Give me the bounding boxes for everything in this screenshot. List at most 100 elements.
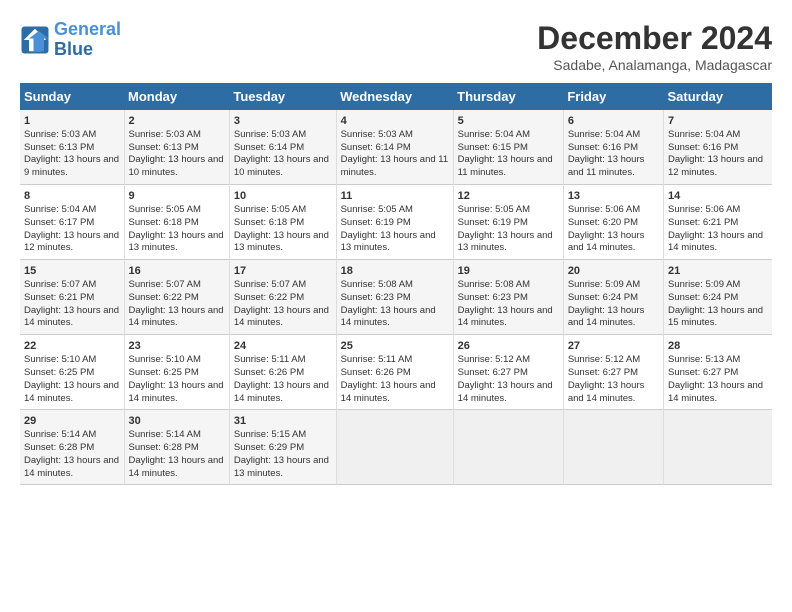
sunrise-info: Sunrise: 5:05 AM (341, 204, 413, 215)
day-number: 11 (341, 189, 449, 204)
table-cell: 28Sunrise: 5:13 AMSunset: 6:27 PMDayligh… (664, 335, 773, 410)
daylight-info: Daylight: 13 hours and 11 minutes. (458, 154, 553, 178)
table-cell: 24Sunrise: 5:11 AMSunset: 6:26 PMDayligh… (229, 335, 336, 410)
day-number: 18 (341, 264, 449, 279)
daylight-info: Daylight: 13 hours and 14 minutes. (234, 305, 329, 329)
sunset-info: Sunset: 6:22 PM (129, 292, 199, 303)
daylight-info: Daylight: 13 hours and 13 minutes. (234, 230, 329, 254)
table-cell: 21Sunrise: 5:09 AMSunset: 6:24 PMDayligh… (664, 260, 773, 335)
table-cell (336, 410, 453, 485)
logo-text: General Blue (54, 20, 121, 60)
sunrise-info: Sunrise: 5:08 AM (458, 279, 530, 290)
day-number: 20 (568, 264, 659, 279)
sunrise-info: Sunrise: 5:14 AM (24, 429, 96, 440)
week-row-5: 29Sunrise: 5:14 AMSunset: 6:28 PMDayligh… (20, 410, 772, 485)
sunset-info: Sunset: 6:26 PM (234, 367, 304, 378)
table-cell: 23Sunrise: 5:10 AMSunset: 6:25 PMDayligh… (124, 335, 229, 410)
daylight-info: Daylight: 13 hours and 14 minutes. (24, 305, 119, 329)
daylight-info: Daylight: 13 hours and 13 minutes. (458, 230, 553, 254)
sunset-info: Sunset: 6:16 PM (568, 142, 638, 153)
sunset-info: Sunset: 6:23 PM (458, 292, 528, 303)
daylight-info: Daylight: 13 hours and 10 minutes. (234, 154, 329, 178)
sunset-info: Sunset: 6:21 PM (668, 217, 738, 228)
sunrise-info: Sunrise: 5:12 AM (568, 354, 640, 365)
sunset-info: Sunset: 6:24 PM (668, 292, 738, 303)
table-cell: 16Sunrise: 5:07 AMSunset: 6:22 PMDayligh… (124, 260, 229, 335)
table-cell (664, 410, 773, 485)
page: General Blue December 2024 Sadabe, Anala… (0, 0, 792, 495)
sunset-info: Sunset: 6:15 PM (458, 142, 528, 153)
daylight-info: Daylight: 13 hours and 11 minutes. (568, 154, 645, 178)
day-number: 3 (234, 114, 332, 129)
table-cell: 25Sunrise: 5:11 AMSunset: 6:26 PMDayligh… (336, 335, 453, 410)
day-number: 12 (458, 189, 559, 204)
sunset-info: Sunset: 6:18 PM (129, 217, 199, 228)
day-number: 26 (458, 339, 559, 354)
day-number: 31 (234, 414, 332, 429)
table-cell: 7Sunrise: 5:04 AMSunset: 6:16 PMDaylight… (664, 110, 773, 185)
col-friday: Friday (563, 83, 663, 110)
daylight-info: Daylight: 13 hours and 14 minutes. (458, 380, 553, 404)
table-cell: 4Sunrise: 5:03 AMSunset: 6:14 PMDaylight… (336, 110, 453, 185)
table-cell: 19Sunrise: 5:08 AMSunset: 6:23 PMDayligh… (453, 260, 563, 335)
table-cell: 18Sunrise: 5:08 AMSunset: 6:23 PMDayligh… (336, 260, 453, 335)
table-cell: 31Sunrise: 5:15 AMSunset: 6:29 PMDayligh… (229, 410, 336, 485)
sunrise-info: Sunrise: 5:04 AM (24, 204, 96, 215)
daylight-info: Daylight: 13 hours and 15 minutes. (668, 305, 763, 329)
day-number: 7 (668, 114, 768, 129)
daylight-info: Daylight: 13 hours and 14 minutes. (668, 230, 763, 254)
table-cell: 10Sunrise: 5:05 AMSunset: 6:18 PMDayligh… (229, 185, 336, 260)
sunrise-info: Sunrise: 5:11 AM (234, 354, 306, 365)
day-number: 1 (24, 114, 120, 129)
week-row-2: 8Sunrise: 5:04 AMSunset: 6:17 PMDaylight… (20, 185, 772, 260)
sunrise-info: Sunrise: 5:09 AM (668, 279, 740, 290)
sunrise-info: Sunrise: 5:03 AM (24, 129, 96, 140)
sunset-info: Sunset: 6:18 PM (234, 217, 304, 228)
sunset-info: Sunset: 6:29 PM (234, 442, 304, 453)
sunrise-info: Sunrise: 5:05 AM (458, 204, 530, 215)
table-cell: 29Sunrise: 5:14 AMSunset: 6:28 PMDayligh… (20, 410, 124, 485)
day-number: 10 (234, 189, 332, 204)
header-row: Sunday Monday Tuesday Wednesday Thursday… (20, 83, 772, 110)
table-cell: 1Sunrise: 5:03 AMSunset: 6:13 PMDaylight… (20, 110, 124, 185)
sunrise-info: Sunrise: 5:15 AM (234, 429, 306, 440)
sunrise-info: Sunrise: 5:04 AM (568, 129, 640, 140)
daylight-info: Daylight: 13 hours and 11 minutes. (341, 154, 449, 178)
daylight-info: Daylight: 13 hours and 14 minutes. (234, 380, 329, 404)
day-number: 6 (568, 114, 659, 129)
sunset-info: Sunset: 6:25 PM (24, 367, 94, 378)
sunrise-info: Sunrise: 5:11 AM (341, 354, 413, 365)
col-monday: Monday (124, 83, 229, 110)
sunrise-info: Sunrise: 5:07 AM (234, 279, 306, 290)
daylight-info: Daylight: 13 hours and 10 minutes. (129, 154, 224, 178)
sunset-info: Sunset: 6:19 PM (341, 217, 411, 228)
sunset-info: Sunset: 6:25 PM (129, 367, 199, 378)
daylight-info: Daylight: 13 hours and 13 minutes. (341, 230, 436, 254)
header: General Blue December 2024 Sadabe, Anala… (20, 20, 772, 73)
sunset-info: Sunset: 6:22 PM (234, 292, 304, 303)
table-cell: 26Sunrise: 5:12 AMSunset: 6:27 PMDayligh… (453, 335, 563, 410)
sunset-info: Sunset: 6:19 PM (458, 217, 528, 228)
table-cell (453, 410, 563, 485)
day-number: 5 (458, 114, 559, 129)
table-cell: 20Sunrise: 5:09 AMSunset: 6:24 PMDayligh… (563, 260, 663, 335)
daylight-info: Daylight: 13 hours and 14 minutes. (341, 305, 436, 329)
daylight-info: Daylight: 13 hours and 9 minutes. (24, 154, 119, 178)
table-cell: 13Sunrise: 5:06 AMSunset: 6:20 PMDayligh… (563, 185, 663, 260)
table-cell: 8Sunrise: 5:04 AMSunset: 6:17 PMDaylight… (20, 185, 124, 260)
sunrise-info: Sunrise: 5:10 AM (129, 354, 201, 365)
day-number: 27 (568, 339, 659, 354)
sunrise-info: Sunrise: 5:03 AM (129, 129, 201, 140)
sunset-info: Sunset: 6:27 PM (568, 367, 638, 378)
sunset-info: Sunset: 6:28 PM (24, 442, 94, 453)
table-cell: 22Sunrise: 5:10 AMSunset: 6:25 PMDayligh… (20, 335, 124, 410)
sunrise-info: Sunrise: 5:06 AM (668, 204, 740, 215)
table-cell: 30Sunrise: 5:14 AMSunset: 6:28 PMDayligh… (124, 410, 229, 485)
daylight-info: Daylight: 13 hours and 14 minutes. (668, 380, 763, 404)
sunrise-info: Sunrise: 5:04 AM (668, 129, 740, 140)
day-number: 22 (24, 339, 120, 354)
day-number: 28 (668, 339, 768, 354)
table-cell: 2Sunrise: 5:03 AMSunset: 6:13 PMDaylight… (124, 110, 229, 185)
table-cell: 9Sunrise: 5:05 AMSunset: 6:18 PMDaylight… (124, 185, 229, 260)
sunset-info: Sunset: 6:13 PM (129, 142, 199, 153)
